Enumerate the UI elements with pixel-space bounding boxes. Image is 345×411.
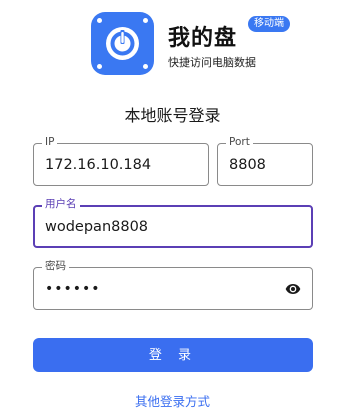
login-button[interactable]: 登 录 xyxy=(33,338,313,372)
form-title: 本地账号登录 xyxy=(124,106,221,125)
ip-field[interactable]: IP 172.16.10.184 xyxy=(33,136,209,186)
password-field[interactable]: 密码 •••••• xyxy=(33,260,313,310)
username-field[interactable]: 用户名 wodepan8808 xyxy=(33,198,313,248)
other-login-methods-link[interactable]: 其他登录方式 xyxy=(0,391,345,410)
logo-corner-dot xyxy=(143,18,148,23)
platform-badge: 移动端 xyxy=(248,16,290,32)
app-title: 我的盘 xyxy=(168,26,238,51)
power-icon xyxy=(106,27,139,60)
ip-input[interactable]: 172.16.10.184 xyxy=(45,144,151,185)
username-input[interactable]: wodepan8808 xyxy=(45,207,148,246)
logo-corner-dot xyxy=(97,64,102,69)
password-input[interactable]: •••••• xyxy=(45,268,101,309)
eye-icon[interactable] xyxy=(284,281,302,297)
port-input[interactable]: 8808 xyxy=(229,144,266,185)
logo-corner-dot xyxy=(97,18,102,23)
app-logo xyxy=(91,12,154,75)
app-subtitle: 快捷访问电脑数据 xyxy=(168,56,256,69)
logo-corner-dot xyxy=(143,64,148,69)
port-field[interactable]: Port 8808 xyxy=(217,136,313,186)
